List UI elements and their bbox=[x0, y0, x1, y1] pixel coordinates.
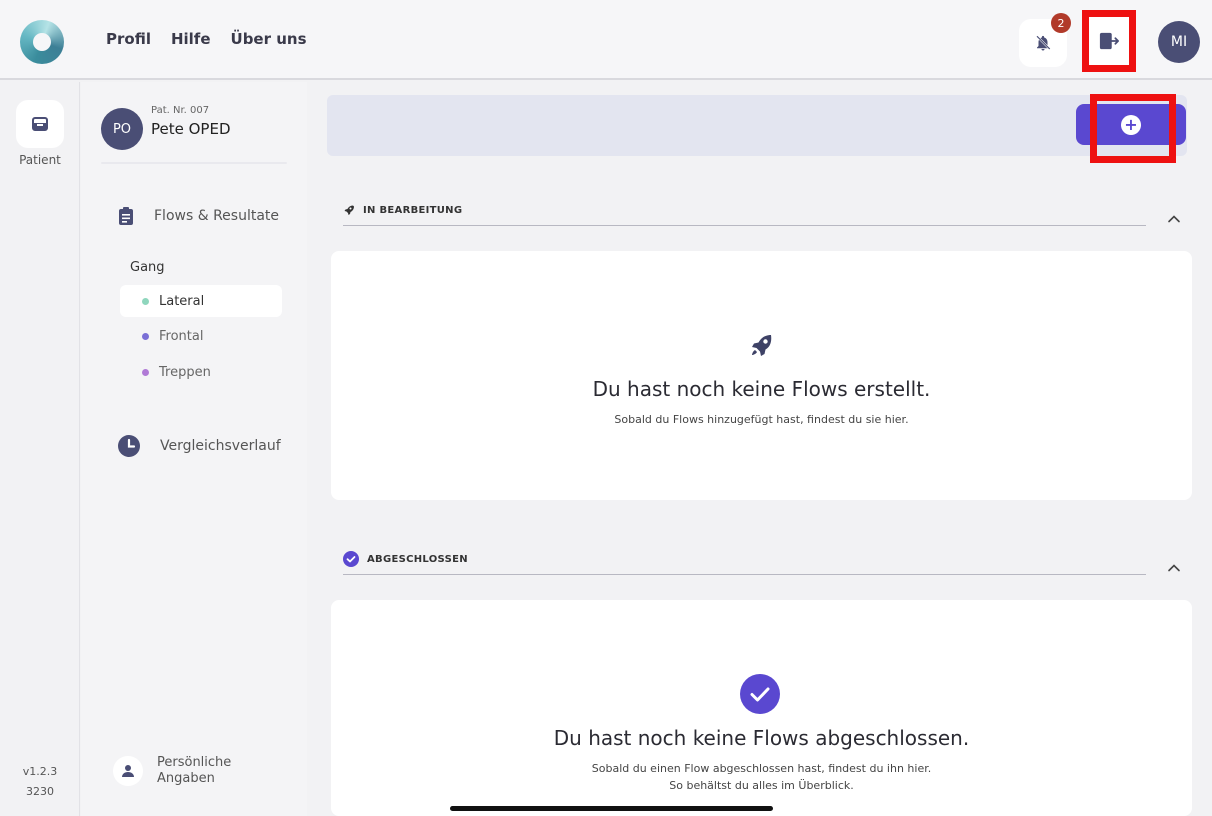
app-version: v1.2.3 bbox=[22, 765, 58, 778]
empty-state-subtitle-line2: So behältst du alles im Überblick. bbox=[669, 779, 854, 792]
rail-label-patient: Patient bbox=[19, 153, 61, 167]
logout-icon bbox=[1099, 32, 1119, 50]
logout-button[interactable] bbox=[1082, 10, 1136, 72]
clock-icon bbox=[118, 435, 140, 457]
build-number: 3230 bbox=[26, 785, 54, 798]
sidebar-item-flows[interactable]: Flows & Resultate bbox=[118, 206, 279, 226]
status-dot bbox=[142, 368, 149, 376]
section-header-in-progress: IN BEARBEITUNG bbox=[343, 204, 462, 216]
home-indicator bbox=[450, 806, 773, 811]
sidebar-item-label: Flows & Resultate bbox=[154, 208, 280, 224]
patient-number: Pat. Nr. 007 bbox=[151, 105, 210, 116]
section-divider bbox=[343, 225, 1146, 226]
logo-icon[interactable] bbox=[20, 20, 64, 64]
sidebar-item-label: Vergleichsverlauf bbox=[160, 438, 281, 454]
person-icon bbox=[113, 756, 143, 786]
rocket-icon bbox=[752, 335, 772, 356]
subitem-label: Treppen bbox=[159, 364, 211, 380]
chevron-up-icon[interactable] bbox=[1166, 211, 1182, 227]
left-rail: Patient v1.2.3 3230 bbox=[0, 82, 80, 816]
sidebar-subitem-treppen[interactable]: Treppen bbox=[120, 356, 282, 388]
empty-card-completed: Du hast noch keine Flows abgeschlossen. … bbox=[331, 600, 1192, 816]
highlight-box bbox=[1090, 94, 1176, 163]
empty-state-title: Du hast noch keine Flows abgeschlossen. bbox=[553, 726, 970, 750]
subitem-label: Frontal bbox=[159, 328, 204, 344]
subitem-label: Lateral bbox=[159, 293, 205, 309]
clipboard-icon bbox=[119, 207, 133, 225]
section-divider bbox=[343, 574, 1146, 575]
action-bar bbox=[327, 95, 1187, 156]
empty-state-title: Du hast noch keine Flows erstellt. bbox=[592, 377, 931, 401]
bell-off-icon bbox=[1036, 35, 1051, 51]
nav-ueber-uns[interactable]: Über uns bbox=[231, 30, 307, 48]
inbox-icon bbox=[32, 117, 48, 131]
status-dot bbox=[142, 332, 149, 340]
rocket-icon bbox=[344, 205, 354, 215]
sub-sidebar: PO Pat. Nr. 007 Pete OPED Flows & Result… bbox=[81, 82, 307, 816]
sidebar-item-history[interactable]: Vergleichsverlauf bbox=[118, 435, 281, 457]
nav-hilfe[interactable]: Hilfe bbox=[171, 30, 211, 48]
empty-state-subtitle: Sobald du Flows hinzugefügt hast, findes… bbox=[614, 413, 909, 426]
top-nav: Profil Hilfe Über uns bbox=[106, 30, 307, 48]
section-title: IN BEARBEITUNG bbox=[363, 204, 463, 216]
section-title: ABGESCHLOSSEN bbox=[367, 553, 468, 565]
section-header-completed: ABGESCHLOSSEN bbox=[343, 551, 468, 567]
check-circle-icon bbox=[740, 674, 780, 714]
sidebar-subitem-lateral[interactable]: Lateral bbox=[120, 285, 282, 317]
personal-label-line1: Persönliche bbox=[157, 755, 232, 770]
patient-divider bbox=[101, 162, 287, 164]
personal-label-line2: Angaben bbox=[157, 771, 215, 786]
empty-card-in-progress: Du hast noch keine Flows erstellt. Sobal… bbox=[331, 251, 1192, 500]
sidebar-item-label: Persönliche Angaben bbox=[157, 755, 231, 787]
sidebar-item-personal-data[interactable]: Persönliche Angaben bbox=[113, 755, 231, 787]
check-circle-icon bbox=[343, 551, 359, 567]
patient-avatar: PO bbox=[101, 108, 143, 150]
nav-profil[interactable]: Profil bbox=[106, 30, 151, 48]
patient-rail-button[interactable] bbox=[16, 100, 64, 148]
notification-badge: 2 bbox=[1051, 13, 1071, 33]
status-dot bbox=[142, 297, 149, 305]
chevron-up-icon[interactable] bbox=[1166, 560, 1182, 576]
empty-state-subtitle-line1: Sobald du einen Flow abgeschlossen hast,… bbox=[591, 762, 932, 775]
group-label-gang: Gang bbox=[130, 260, 165, 275]
patient-name: Pete OPED bbox=[151, 120, 231, 138]
sidebar-subitem-frontal[interactable]: Frontal bbox=[120, 320, 282, 352]
user-avatar[interactable]: MI bbox=[1158, 21, 1200, 63]
